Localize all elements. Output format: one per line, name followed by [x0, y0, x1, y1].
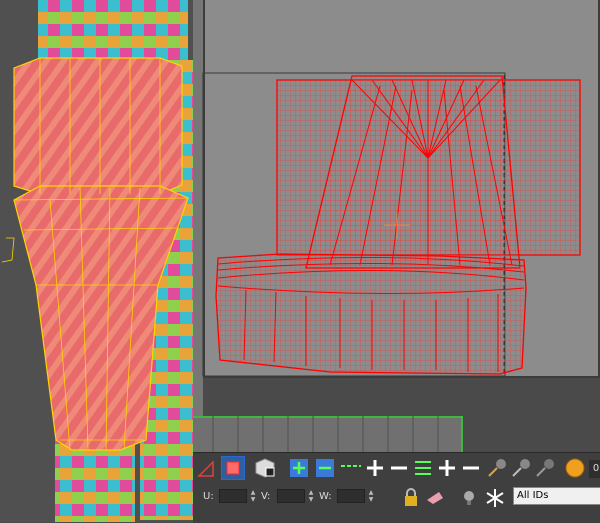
v-label: V: [261, 491, 271, 502]
minus-icon [463, 466, 479, 470]
ring-icon [415, 461, 431, 475]
viewport-scene [1, 0, 193, 522]
loop-grow-button[interactable] [363, 456, 387, 480]
uv-editor-toolbar: 0 U: ▲ ▼ V: ▲ ▼ W: ▲ ▼ All IDs [193, 452, 600, 523]
ring-grow-button[interactable] [435, 456, 459, 480]
select-edge-button[interactable] [195, 456, 219, 480]
v-spinner[interactable]: ▲ ▼ [307, 489, 315, 503]
checker-mesh-bottom [55, 440, 135, 522]
grow-selection-icon [290, 459, 308, 477]
minus-icon [391, 466, 407, 470]
shrink-selection-button[interactable] [313, 456, 337, 480]
brush-size-field[interactable]: 0 [589, 460, 600, 478]
face-select-icon [226, 461, 240, 475]
freeze-button[interactable] [483, 486, 507, 510]
lock-icon [405, 488, 417, 506]
uv-edit-canvas[interactable] [203, 0, 600, 378]
show-all-button[interactable] [457, 486, 481, 510]
paint-shrink-button[interactable] [533, 456, 557, 480]
loop-shrink-button[interactable] [387, 456, 411, 480]
brush-plus-icon [512, 459, 530, 477]
loop-button[interactable] [339, 456, 363, 480]
v-field[interactable] [277, 489, 305, 503]
eraser-icon [427, 492, 443, 504]
paint-select-button[interactable] [485, 456, 509, 480]
plus-icon [367, 460, 383, 476]
expand-selection-button[interactable] [287, 456, 311, 480]
hide-button[interactable] [423, 486, 447, 510]
sphere-icon [565, 458, 585, 478]
edge-select-icon [197, 460, 214, 477]
w-spinner[interactable]: ▲ ▼ [367, 489, 375, 503]
lightbulb-icon [464, 491, 474, 505]
plus-icon [439, 460, 455, 476]
toolbar-row-tools: 0 [193, 456, 600, 484]
brush-icon [488, 459, 506, 477]
ring-shrink-button[interactable] [459, 456, 483, 480]
u-field[interactable] [219, 489, 247, 503]
u-spinner[interactable]: ▲ ▼ [249, 489, 257, 503]
select-element-button[interactable] [253, 456, 277, 480]
soft-selection-button[interactable] [563, 456, 587, 480]
loop-icon [341, 465, 361, 467]
paint-grow-button[interactable] [509, 456, 533, 480]
cube-icon [255, 458, 275, 478]
ring-button[interactable] [411, 456, 435, 480]
select-face-button[interactable] [221, 456, 245, 480]
uv-grid-strip [193, 416, 463, 452]
w-label: W: [319, 491, 332, 502]
brush-minus-icon [536, 459, 554, 477]
u-label: U: [203, 491, 214, 502]
shrink-selection-icon [316, 459, 334, 477]
perspective-viewport[interactable] [0, 0, 193, 522]
toolbar-row-transform: U: ▲ ▼ V: ▲ ▼ W: ▲ ▼ All IDs [193, 486, 600, 510]
lock-selection-button[interactable] [399, 486, 423, 510]
w-field[interactable] [337, 489, 365, 503]
upper-cylinder [13, 57, 183, 195]
snowflake-icon [486, 489, 504, 507]
id-filter-select[interactable]: All IDs [513, 487, 600, 505]
